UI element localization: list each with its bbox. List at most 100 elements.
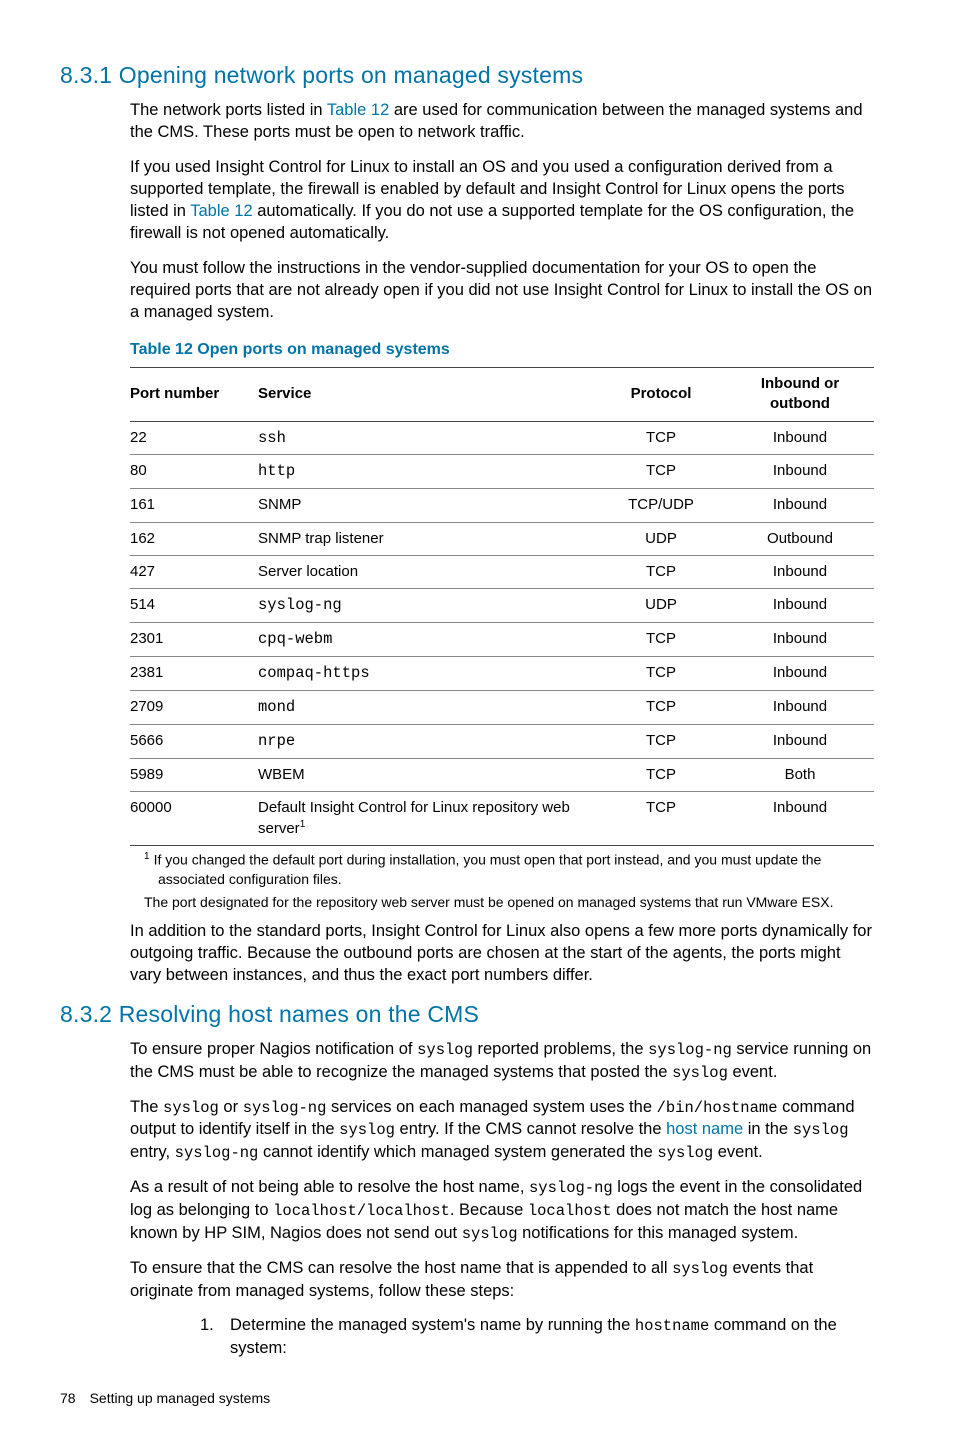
text: To ensure proper Nagios notification of xyxy=(130,1040,417,1058)
text: entry. If the CMS cannot resolve the xyxy=(395,1120,666,1138)
code: syslog-ng xyxy=(529,1179,613,1197)
footnote-text: If you changed the default port during i… xyxy=(154,852,822,887)
cell-service: compaq-https xyxy=(258,656,596,690)
page-footer: 78Setting up managed systems xyxy=(60,1389,874,1408)
code: syslog-ng xyxy=(648,1041,732,1059)
text: event. xyxy=(728,1063,778,1081)
code: syslog xyxy=(793,1121,849,1139)
list-number: 1. xyxy=(200,1314,230,1359)
text: in the xyxy=(743,1120,793,1138)
cell-service: Default Insight Control for Linux reposi… xyxy=(258,791,596,846)
paragraph: You must follow the instructions in the … xyxy=(130,257,874,324)
ports-table: Port number Service Protocol Inbound or … xyxy=(130,367,874,846)
cell-protocol: TCP/UDP xyxy=(596,489,734,522)
cell-protocol: TCP xyxy=(596,724,734,758)
code: localhost xyxy=(528,1202,612,1220)
cell-direction: Inbound xyxy=(734,489,874,522)
col-header-direction: Inbound or outbond xyxy=(734,368,874,422)
cell-direction: Inbound xyxy=(734,690,874,724)
cell-protocol: UDP xyxy=(596,522,734,555)
cell-protocol: TCP xyxy=(596,791,734,846)
code: /bin/hostname xyxy=(657,1099,778,1117)
cell-port: 2381 xyxy=(130,656,258,690)
cell-service: SNMP trap listener xyxy=(258,522,596,555)
cell-service: http xyxy=(258,455,596,489)
cell-protocol: TCP xyxy=(596,421,734,455)
paragraph: In addition to the standard ports, Insig… xyxy=(130,920,874,987)
cell-service: syslog-ng xyxy=(258,589,596,623)
code: syslog xyxy=(672,1064,728,1082)
table-row: 22sshTCPInbound xyxy=(130,421,874,455)
section-heading-831: 8.3.1 Opening network ports on managed s… xyxy=(60,60,874,91)
list-text: Determine the managed system's name by r… xyxy=(230,1314,874,1359)
table-footnote-2: The port designated for the repository w… xyxy=(144,893,874,912)
table-row: 80httpTCPInbound xyxy=(130,455,874,489)
footer-title: Setting up managed systems xyxy=(90,1390,271,1406)
code: syslog xyxy=(417,1041,473,1059)
cell-direction: Outbound xyxy=(734,522,874,555)
col-header-port: Port number xyxy=(130,368,258,422)
cell-port: 161 xyxy=(130,489,258,522)
code: hostname xyxy=(635,1317,709,1335)
paragraph: The syslog or syslog-ng services on each… xyxy=(130,1096,874,1165)
cell-protocol: TCP xyxy=(596,555,734,588)
table-row: 2301cpq-webmTCPInbound xyxy=(130,623,874,657)
text: To ensure that the CMS can resolve the h… xyxy=(130,1259,672,1277)
link-table12[interactable]: Table 12 xyxy=(327,101,389,119)
cell-direction: Inbound xyxy=(734,656,874,690)
paragraph: If you used Insight Control for Linux to… xyxy=(130,156,874,245)
cell-service: SNMP xyxy=(258,489,596,522)
col-header-protocol: Protocol xyxy=(596,368,734,422)
cell-protocol: TCP xyxy=(596,656,734,690)
text: reported problems, the xyxy=(473,1040,648,1058)
code: syslog xyxy=(339,1121,395,1139)
table-row: 161SNMPTCP/UDPInbound xyxy=(130,489,874,522)
cell-port: 427 xyxy=(130,555,258,588)
table-row: 2381compaq-httpsTCPInbound xyxy=(130,656,874,690)
cell-protocol: UDP xyxy=(596,589,734,623)
cell-port: 514 xyxy=(130,589,258,623)
cell-protocol: TCP xyxy=(596,690,734,724)
text: event. xyxy=(713,1143,763,1161)
col-header-service: Service xyxy=(258,368,596,422)
code: syslog xyxy=(163,1099,219,1117)
link-table12[interactable]: Table 12 xyxy=(190,202,252,220)
cell-direction: Inbound xyxy=(734,555,874,588)
cell-service: WBEM xyxy=(258,758,596,791)
cell-protocol: TCP xyxy=(596,623,734,657)
cell-port: 5989 xyxy=(130,758,258,791)
cell-direction: Inbound xyxy=(734,724,874,758)
code: syslog xyxy=(672,1260,728,1278)
table-row: 5666nrpeTCPInbound xyxy=(130,724,874,758)
cell-direction: Both xyxy=(734,758,874,791)
code: syslog xyxy=(462,1225,518,1243)
cell-service: Server location xyxy=(258,555,596,588)
link-hostname[interactable]: host name xyxy=(666,1120,743,1138)
paragraph: The network ports listed in Table 12 are… xyxy=(130,99,874,144)
section-heading-832: 8.3.2 Resolving host names on the CMS xyxy=(60,999,874,1030)
text: As a result of not being able to resolve… xyxy=(130,1178,529,1196)
text: The network ports listed in xyxy=(130,101,327,119)
cell-direction: Inbound xyxy=(734,623,874,657)
cell-service: ssh xyxy=(258,421,596,455)
cell-port: 162 xyxy=(130,522,258,555)
cell-direction: Inbound xyxy=(734,455,874,489)
cell-protocol: TCP xyxy=(596,758,734,791)
cell-direction: Inbound xyxy=(734,421,874,455)
paragraph: As a result of not being able to resolve… xyxy=(130,1176,874,1245)
table-row: 162SNMP trap listenerUDPOutbound xyxy=(130,522,874,555)
text: entry, xyxy=(130,1143,175,1161)
text: notifications for this managed system. xyxy=(518,1224,799,1242)
cell-service: nrpe xyxy=(258,724,596,758)
cell-direction: Inbound xyxy=(734,791,874,846)
code: localhost/localhost xyxy=(273,1202,450,1220)
table-caption: Table 12 Open ports on managed systems xyxy=(130,339,874,361)
table-row: 514syslog-ngUDPInbound xyxy=(130,589,874,623)
text: or xyxy=(219,1098,243,1116)
ordered-list-item: 1. Determine the managed system's name b… xyxy=(200,1314,874,1359)
table-row: 427Server locationTCPInbound xyxy=(130,555,874,588)
cell-service: cpq-webm xyxy=(258,623,596,657)
text: cannot identify which managed system gen… xyxy=(258,1143,657,1161)
table-row: 5989WBEMTCPBoth xyxy=(130,758,874,791)
text: . Because xyxy=(450,1201,528,1219)
